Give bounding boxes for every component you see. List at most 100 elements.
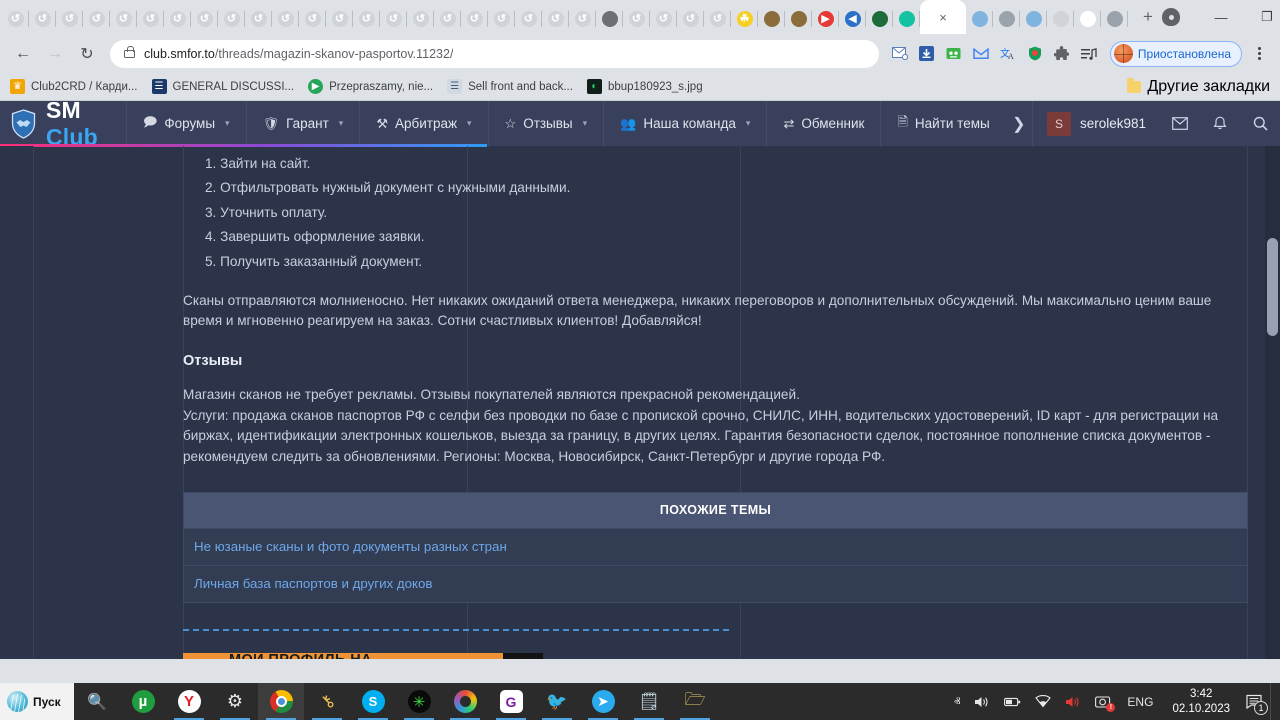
profile-chip[interactable]: Приостановлена [1109,40,1242,67]
bookmark-item[interactable]: ▶ Przepraszamy, nie... [308,79,433,94]
clock[interactable]: 3:42 02.10.2023 [1162,683,1240,720]
browser-tab[interactable] [785,4,812,34]
browser-tab[interactable]: ↺ [29,4,56,34]
banner-arrow-icon[interactable]: » [502,652,543,659]
nav-item-4[interactable]: ☆ Отзывы ▾ [487,101,604,146]
other-bookmarks-button[interactable]: Другие закладки [1127,77,1270,96]
browser-tab[interactable]: ↺ [461,4,488,34]
volume-icon[interactable] [967,683,997,720]
taskbar-item-telegram[interactable]: ➤ [580,683,626,720]
taskbar-item-yandex[interactable]: Y [166,683,212,720]
minimize-button[interactable]: — [1198,1,1244,33]
browser-tab[interactable]: ↺ [164,4,191,34]
chevron-down-icon[interactable]: ▾ [467,118,472,129]
camera-icon[interactable]: ! [1088,683,1118,720]
maximize-button[interactable]: ❐ [1244,1,1280,33]
browser-tab[interactable] [866,4,893,34]
user-menu[interactable]: S serolek981 [1031,101,1160,146]
taskbar-item-utorrent[interactable]: µ [120,683,166,720]
inbox-icon[interactable] [1160,101,1200,146]
browser-tab[interactable]: ↺ [407,4,434,34]
search-icon[interactable] [1240,101,1280,146]
taskbar-item-keypass[interactable]: ⚷ [304,683,350,720]
browser-tab[interactable]: ▶ [812,4,839,34]
browser-tab[interactable]: ↺ [56,4,83,34]
start-button[interactable]: Пуск [0,683,74,720]
speaker-red-icon[interactable] [1058,683,1088,720]
nav-item-2[interactable]: 🛡 Гарант ▾ [245,101,360,146]
page-scrollbar[interactable] [1265,146,1280,659]
taskbar-item-rainbow-app[interactable] [442,683,488,720]
show-desktop-button[interactable] [1270,683,1276,720]
taskbar-item-settings[interactable]: ⚙ [212,683,258,720]
site-logo[interactable]: SM Club [0,101,126,151]
forward-button[interactable]: → [40,39,70,69]
browser-tab[interactable]: ☘ [731,4,758,34]
browser-tab[interactable]: ↺ [110,4,137,34]
browser-tab[interactable]: ↺ [650,4,677,34]
browser-tab[interactable]: ↺ [2,4,29,34]
browser-tab[interactable] [966,4,993,34]
browser-tab[interactable]: ↺ [83,4,110,34]
wifi-icon[interactable] [1028,683,1058,720]
nav-item-7[interactable]: 🗎 Найти темы [880,101,1005,146]
taskbar-item-g-app[interactable]: G [488,683,534,720]
browser-tab[interactable] [1047,4,1074,34]
translate-icon[interactable]: 文A [995,40,1021,68]
bookmark-item[interactable]: ☰ GENERAL DISCUSSI... [151,79,294,94]
shield-icon[interactable] [1022,40,1048,68]
bell-icon[interactable] [1200,101,1240,146]
browser-tab[interactable] [893,4,920,34]
browser-tab[interactable]: ↺ [218,4,245,34]
profile-badge-icon[interactable] [1162,8,1180,26]
browser-tab[interactable]: ↺ [542,4,569,34]
browser-tab[interactable]: ↺ [704,4,731,34]
chevron-down-icon[interactable]: ▾ [583,118,588,129]
browser-tab[interactable]: ↺ [245,4,272,34]
browser-tab[interactable]: ↺ [326,4,353,34]
browser-tab[interactable]: ↺ [137,4,164,34]
address-bar[interactable]: club.smfor.to/threads/magazin-skanov-pas… [110,39,879,68]
browser-tab[interactable]: ↺ [623,4,650,34]
mail-icon[interactable] [887,40,913,68]
browser-tab[interactable]: ↺ [569,4,596,34]
browser-tab[interactable]: ↺ [272,4,299,34]
browser-tab[interactable]: ↺ [191,4,218,34]
notifications-button[interactable]: 1 [1240,683,1270,720]
playlist-icon[interactable] [1076,40,1102,68]
browser-tab[interactable]: ↺ [677,4,704,34]
taskbar-item-chrome[interactable] [258,683,304,720]
nav-item-5[interactable]: 👥 Наша команда ▾ [603,101,766,146]
browser-tab[interactable]: ↺ [353,4,380,34]
nav-item-3[interactable]: ⚒ Арбитраж ▾ [359,101,487,146]
back-button[interactable]: ← [8,39,38,69]
new-tab-button[interactable]: + [1134,3,1162,31]
nav-overflow-icon[interactable]: ❯ [1006,101,1032,146]
browser-tab[interactable]: ↺ [299,4,326,34]
similar-topic-link[interactable]: Не юзаные сканы и фото документы разных … [184,527,1247,565]
tray-expand-icon[interactable]: ⱏ [947,683,967,720]
browser-tab[interactable] [758,4,785,34]
puzzle-icon[interactable] [1049,40,1075,68]
taskbar-item-parrot-app[interactable]: 🐦 [534,683,580,720]
browser-tab[interactable]: ↺ [515,4,542,34]
active-tab[interactable]: × [920,0,966,34]
robot-icon[interactable] [941,40,967,68]
chevron-down-icon[interactable]: ▾ [225,118,230,129]
taskbar-item-explorer[interactable]: 🗁 [672,683,718,720]
chevron-down-icon[interactable]: ▾ [746,118,751,129]
browser-tab[interactable] [993,4,1020,34]
browser-tab[interactable]: ↺ [488,4,515,34]
taskbar-item-notes[interactable]: 🗒 [626,683,672,720]
bookmark-item[interactable]: ♛ Club2CRD / Карди... [10,79,138,94]
bookmark-item[interactable]: ☰ Sell front and back... [447,79,573,94]
similar-topic-link[interactable]: Личная база паспортов и других доков [184,564,1247,602]
bookmark-item[interactable]: ◐ bbup180923_s.jpg [586,79,703,94]
gmail-icon[interactable] [968,40,994,68]
browser-tab[interactable]: ↺ [380,4,407,34]
language-indicator[interactable]: ENG [1118,683,1162,720]
download-icon[interactable] [914,40,940,68]
taskbar-item-green-app[interactable]: ✳ [396,683,442,720]
darkseller-banner[interactable]: МОЙ ПРОФИЛЬ НА DARKSELLER.BIZ ИНФОРМАЦИЯ… [183,652,543,659]
taskbar-item-skype[interactable]: S [350,683,396,720]
